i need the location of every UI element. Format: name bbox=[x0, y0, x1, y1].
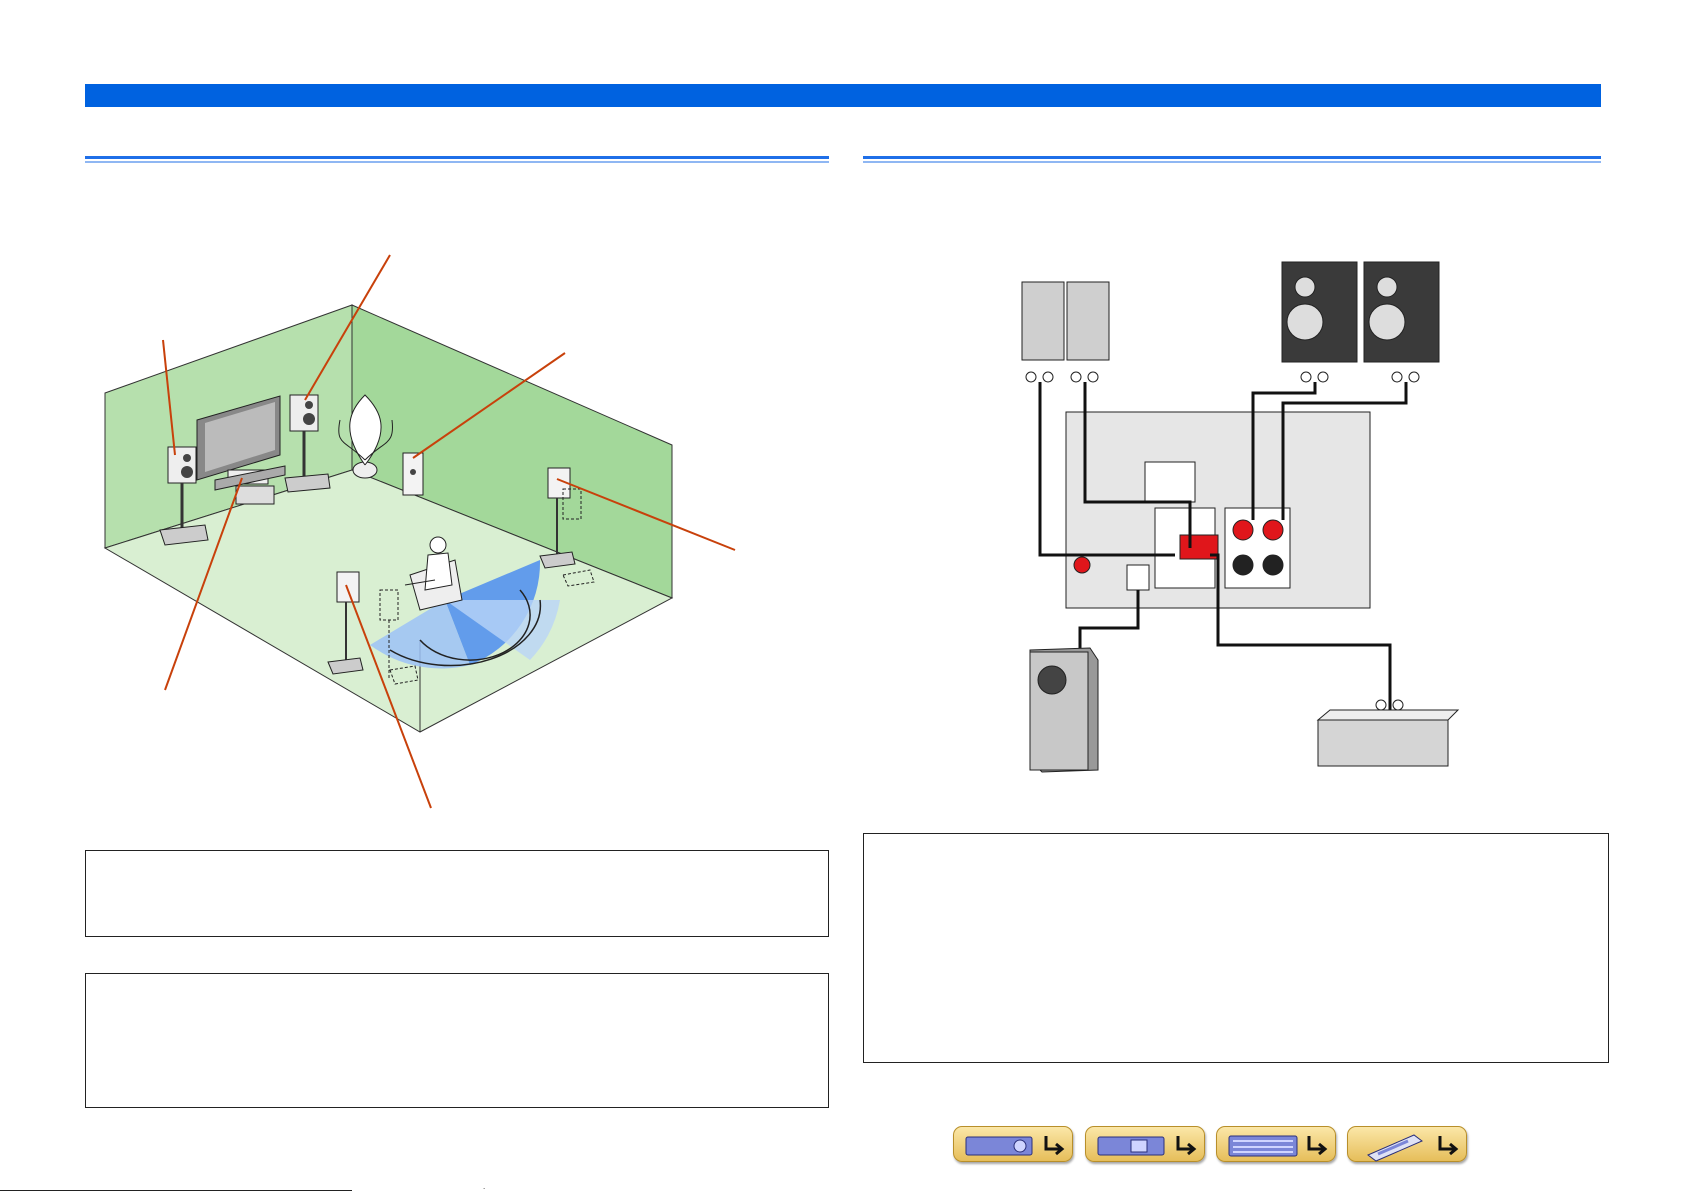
right-note-box bbox=[863, 833, 1609, 1063]
left-note-box-1 bbox=[85, 850, 829, 937]
front-panel-icon bbox=[965, 1136, 1065, 1156]
header-bar bbox=[85, 84, 1601, 107]
left-section-rule bbox=[85, 156, 829, 164]
page-mark: . bbox=[483, 1182, 486, 1191]
nav-display-button[interactable] bbox=[1216, 1126, 1336, 1162]
nav-rear-panel-button[interactable] bbox=[1085, 1126, 1205, 1162]
nav-remote-control-button[interactable] bbox=[1347, 1126, 1467, 1162]
speaker-room-layout-figure bbox=[103, 254, 736, 809]
speaker-connection-diagram bbox=[1021, 261, 1460, 773]
left-note-box-2 bbox=[85, 973, 829, 1108]
right-section-rule bbox=[863, 156, 1601, 164]
manual-page: . bbox=[0, 0, 1685, 1191]
display-icon bbox=[1228, 1135, 1328, 1157]
remote-control-icon bbox=[1367, 1134, 1459, 1162]
rear-panel-icon bbox=[1097, 1136, 1197, 1156]
nav-front-panel-button[interactable] bbox=[953, 1126, 1073, 1162]
